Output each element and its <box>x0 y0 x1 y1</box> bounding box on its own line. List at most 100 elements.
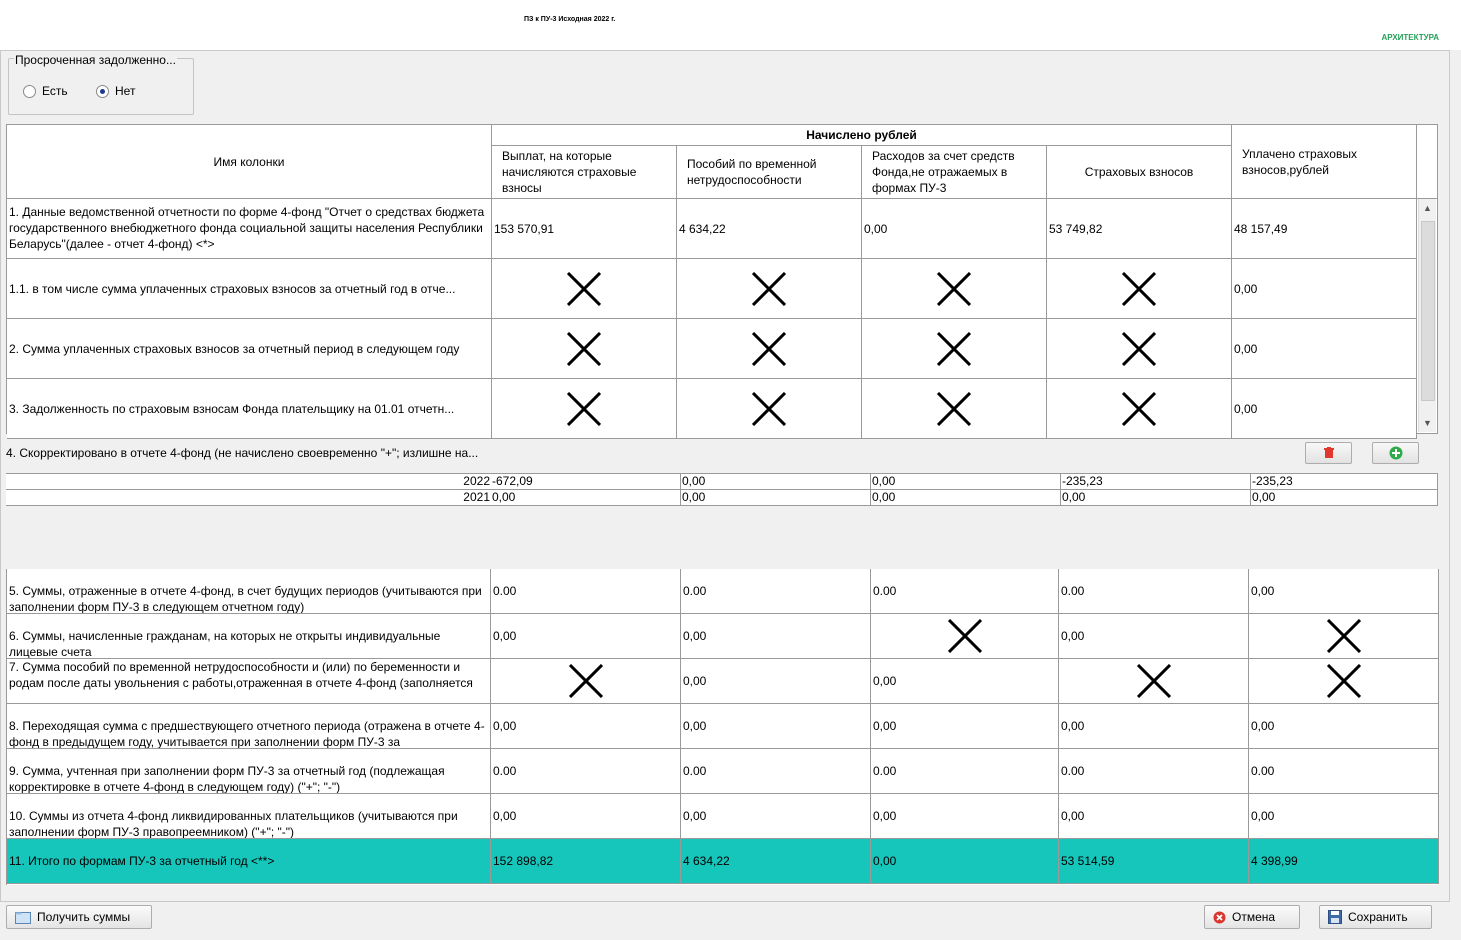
cross-mark-icon <box>937 271 971 306</box>
correction-cell[interactable]: 0,00 <box>681 490 871 506</box>
summary-cell[interactable]: 0,00 <box>1249 794 1439 839</box>
cross-cell <box>862 379 1047 439</box>
correction-cell[interactable]: -672,09 <box>491 474 681 490</box>
table-cell[interactable]: 53 749,82 <box>1047 199 1232 259</box>
summary-cell[interactable]: 0.00 <box>1249 749 1439 794</box>
cancel-label: Отмена <box>1232 910 1276 924</box>
summary-cell[interactable]: 0.00 <box>871 749 1059 794</box>
column-header-text: Страховых взносов <box>1084 165 1194 179</box>
summary-cell[interactable]: 0.00 <box>681 749 871 794</box>
summary-row-label: 9. Сумма, учтенная при заполнении форм П… <box>7 749 491 794</box>
column-header-4: Страховых взносов <box>1047 146 1232 199</box>
summary-cell[interactable]: 0,00 <box>681 614 871 659</box>
get-sums-button[interactable]: Получить суммы <box>6 905 152 929</box>
cross-cell <box>1249 659 1439 704</box>
radio-no-label: Нет <box>115 84 136 98</box>
total-cell[interactable]: 0,00 <box>871 839 1059 884</box>
scroll-thumb[interactable] <box>1421 221 1435 401</box>
save-icon <box>1328 910 1342 924</box>
radio-yes[interactable]: Есть <box>23 84 68 98</box>
cross-cell <box>1059 659 1249 704</box>
correction-cell[interactable]: -235,23 <box>1251 474 1438 490</box>
correction-cell[interactable]: -235,23 <box>1061 474 1251 490</box>
summary-cell[interactable]: 0,00 <box>681 794 871 839</box>
cross-cell <box>677 259 862 319</box>
correction-table: 2022 -672,09 0,00 0,00 -235,23 -235,23 2021 0,0… <box>6 473 1438 506</box>
table-scrollbar[interactable]: ▲ ▼ <box>1418 199 1436 432</box>
table-row-label: 1.1. в том числе сумма уплаченных страхо… <box>7 259 492 319</box>
correction-cell[interactable]: 0,00 <box>871 490 1061 506</box>
radio-no[interactable]: Нет <box>96 84 135 98</box>
cross-mark-icon <box>752 391 786 426</box>
cross-mark-icon <box>947 619 982 653</box>
summary-cell[interactable]: 0,00 <box>871 659 1059 704</box>
correction-cell[interactable]: 0,00 <box>491 490 681 506</box>
summary-cell[interactable]: 0,00 <box>1059 704 1249 749</box>
cross-cell <box>492 319 677 379</box>
paid-header: Уплачено страховых взносов,рублей <box>1232 125 1417 199</box>
summary-cell[interactable]: 0,00 <box>1249 704 1439 749</box>
correction-cell[interactable]: 0,00 <box>1251 490 1438 506</box>
total-cell[interactable]: 4 398,99 <box>1249 839 1439 884</box>
summary-row-label: 6. Суммы, начисленные гражданам, на кото… <box>7 614 491 659</box>
summary-cell[interactable]: 0,00 <box>491 614 681 659</box>
accrued-group-header: Начислено рублей <box>492 125 1232 146</box>
add-row-button[interactable] <box>1372 442 1419 464</box>
delete-row-button[interactable] <box>1305 442 1352 464</box>
correction-cell[interactable]: 0,00 <box>871 474 1061 490</box>
cross-mark-icon <box>1326 619 1361 653</box>
summary-cell[interactable]: 0,00 <box>491 794 681 839</box>
scroll-down-icon[interactable]: ▼ <box>1423 418 1432 428</box>
cross-mark-icon <box>568 664 603 698</box>
document-title: ПЗ к ПУ-3 Исходная 2022 г. <box>524 16 616 23</box>
radio-yes-indicator[interactable] <box>23 84 36 98</box>
table-cell[interactable]: 0,00 <box>1232 259 1417 319</box>
section4-label: 4. Скорректировано в отчете 4-фонд (не н… <box>6 446 479 460</box>
summary-cell[interactable]: 0.00 <box>871 569 1059 614</box>
correction-cell[interactable]: 0,00 <box>681 474 871 490</box>
summary-cell[interactable]: 0.00 <box>1059 569 1249 614</box>
cross-mark-icon <box>937 331 971 366</box>
header-filler <box>1417 125 1437 199</box>
accrual-table: Имя колонки Начислено рублей Выплат, на ко… <box>6 124 1438 439</box>
summary-cell[interactable]: 0,00 <box>871 794 1059 839</box>
save-button[interactable]: Сохранить <box>1319 905 1432 929</box>
cross-cell <box>677 319 862 379</box>
summary-cell[interactable]: 0.00 <box>491 749 681 794</box>
summary-cell[interactable]: 0,00 <box>1249 569 1439 614</box>
summary-cell[interactable]: 0,00 <box>491 704 681 749</box>
summary-cell[interactable]: 0,00 <box>1059 794 1249 839</box>
table-cell[interactable]: 48 157,49 <box>1232 199 1417 259</box>
table-cell[interactable]: 153 570,91 <box>492 199 677 259</box>
summary-cell[interactable]: 0.00 <box>681 569 871 614</box>
summary-cell[interactable]: 0,00 <box>681 659 871 704</box>
overdue-title: Просроченная задолженно... <box>14 53 177 67</box>
total-cell[interactable]: 4 634,22 <box>681 839 871 884</box>
paid-header-text: Уплачено страховых взносов,рублей <box>1242 146 1357 177</box>
correction-cell[interactable]: 0,00 <box>1061 490 1251 506</box>
summary-cell[interactable]: 0.00 <box>1059 749 1249 794</box>
cross-cell <box>1047 259 1232 319</box>
summary-cell[interactable]: 0,00 <box>681 704 871 749</box>
column-header-text: Выплат, на которые начисляются страховые… <box>502 149 637 195</box>
column-header-2: Пособий по временной нетрудоспособности <box>677 146 862 199</box>
cancel-button[interactable]: Отмена <box>1204 905 1300 929</box>
save-label: Сохранить <box>1348 910 1408 924</box>
cross-cell <box>492 259 677 319</box>
summary-cell[interactable]: 0,00 <box>1059 614 1249 659</box>
summary-cell[interactable]: 0.00 <box>491 569 681 614</box>
total-cell[interactable]: 53 514,59 <box>1059 839 1249 884</box>
plus-circle-icon <box>1389 446 1402 460</box>
total-cell[interactable]: 152 898,82 <box>491 839 681 884</box>
table-cell[interactable]: 0,00 <box>1232 319 1417 379</box>
table-cell[interactable]: 0,00 <box>1232 379 1417 439</box>
cross-mark-icon <box>752 331 786 366</box>
radio-no-indicator[interactable] <box>96 84 109 98</box>
column-header-3: Расходов за счет средств Фонда,не отража… <box>862 146 1047 199</box>
scroll-up-icon[interactable]: ▲ <box>1423 203 1432 213</box>
summary-cell[interactable]: 0,00 <box>871 704 1059 749</box>
table-cell[interactable]: 0,00 <box>862 199 1047 259</box>
table-row-label: 3. Задолженность по страховым взносам Фо… <box>7 379 492 439</box>
radio-yes-label: Есть <box>42 84 68 98</box>
table-cell[interactable]: 4 634,22 <box>677 199 862 259</box>
